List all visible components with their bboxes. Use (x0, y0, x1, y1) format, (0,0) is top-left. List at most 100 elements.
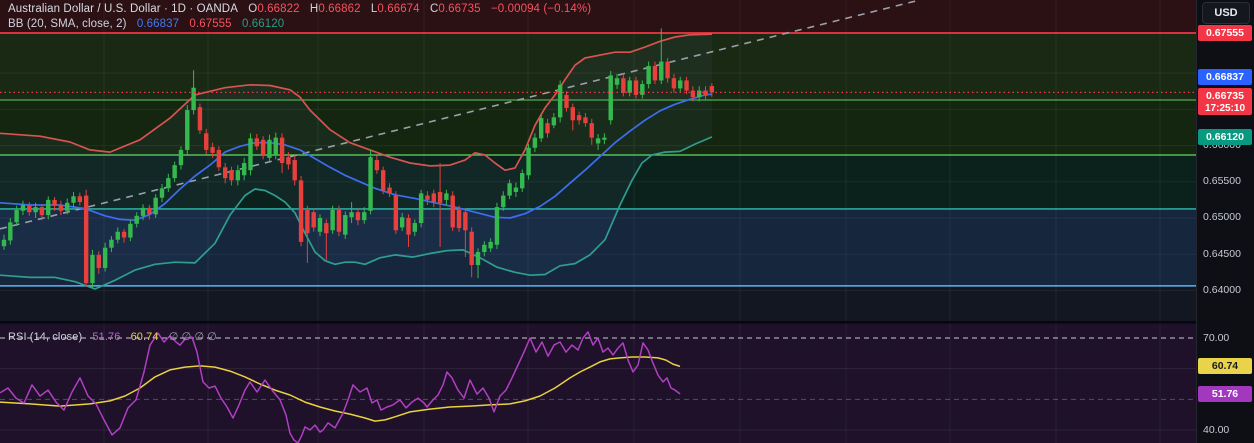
candle (33, 207, 38, 213)
rsi-label[interactable]: RSI (14, close) (8, 331, 82, 343)
symbol-legend[interactable]: Australian Dollar / U.S. Dollar · 1D · O… (8, 3, 591, 15)
price-badge: 0.66837 (1198, 68, 1252, 85)
candle (71, 196, 76, 203)
candle (646, 65, 651, 85)
rsi-badge: 51.76 (1198, 385, 1252, 402)
ohlc-change-value: −0.00094 (−0.14%) (490, 3, 592, 15)
bb-label[interactable]: BB (20, SMA, close, 2) (8, 18, 127, 30)
candle (248, 138, 253, 171)
candle (621, 78, 626, 93)
candle (172, 165, 177, 179)
candle (273, 137, 278, 156)
candle (545, 123, 550, 134)
candle (602, 137, 607, 140)
candle (336, 210, 342, 232)
rsi-badge: 60.74 (1198, 358, 1252, 375)
candle (355, 212, 361, 221)
candle (362, 212, 367, 221)
price-tick-label: 0.65000 (1203, 211, 1241, 224)
candle (513, 187, 519, 192)
candle (279, 137, 285, 163)
candle (140, 207, 146, 216)
price-tick-label: 0.64000 (1203, 283, 1241, 296)
candle (520, 173, 525, 189)
candle (216, 149, 222, 168)
candle (665, 61, 670, 79)
chart-canvas[interactable] (0, 0, 1254, 443)
candle (652, 65, 658, 81)
candle (286, 157, 291, 165)
candle (153, 197, 158, 215)
candle (501, 195, 506, 208)
candle (241, 162, 247, 176)
candle (191, 87, 196, 111)
candle (96, 254, 101, 268)
candle (570, 107, 575, 121)
price-badge: 0.67555 (1198, 25, 1252, 41)
candle (684, 80, 689, 91)
rsi-ma-value: 60.74 (130, 331, 159, 343)
candle (551, 117, 557, 126)
ohlc-high-value: 0.66862 (318, 3, 361, 15)
candle (229, 170, 234, 181)
candle (456, 210, 462, 229)
candle (475, 252, 481, 266)
candle (399, 217, 405, 228)
candle (463, 212, 468, 231)
symbol-title[interactable]: Australian Dollar / U.S. Dollar · 1D · O… (8, 3, 238, 15)
candle (406, 217, 411, 235)
candle (267, 139, 272, 158)
candle (128, 223, 133, 238)
price-tick-label: 0.64500 (1203, 247, 1241, 260)
currency-toggle-button[interactable]: USD (1202, 2, 1250, 24)
candle (349, 212, 354, 218)
candle (330, 210, 335, 231)
candle (381, 170, 386, 191)
candle (317, 217, 323, 232)
candle (147, 207, 152, 215)
candle (608, 75, 613, 121)
rsi-empty-values: ∅ ∅ ∅ ∅ (168, 331, 217, 343)
candle (526, 147, 531, 176)
candle (235, 170, 241, 181)
rsi-tick-label: 40.00 (1203, 423, 1230, 436)
candle (387, 187, 392, 194)
candle (374, 160, 380, 171)
candle (204, 133, 209, 150)
rsi-indicator-legend[interactable]: RSI (14, close) 51.76 60.74 ∅ ∅ ∅ ∅ (8, 330, 217, 343)
price-badge: 0.66120 (1198, 128, 1252, 145)
candle (627, 80, 632, 93)
price-badge: 0.66735 17:25:10 (1198, 88, 1252, 116)
pane-separator (0, 321, 1254, 324)
candle (437, 191, 443, 203)
bb-basis-value: 0.66837 (136, 18, 180, 30)
price-axis[interactable]: USD 0.66000 0.65500 0.65000 0.64500 0.64000 7… (1196, 0, 1254, 443)
bb-upper-value: 0.67555 (189, 18, 232, 30)
candle (311, 212, 316, 228)
candle (1, 239, 7, 247)
candle (640, 84, 645, 95)
candle (469, 231, 474, 266)
price-tick-label: 0.65500 (1203, 175, 1241, 188)
candle (412, 223, 417, 232)
candle (678, 80, 683, 89)
candle (324, 223, 329, 234)
candle (27, 204, 32, 213)
candle (482, 244, 487, 253)
candle (368, 157, 373, 211)
candle (223, 167, 228, 179)
candle (20, 204, 26, 211)
candle (292, 160, 297, 181)
rsi-value: 51.76 (92, 331, 121, 343)
bb-indicator-legend[interactable]: BB (20, SMA, close, 2) 0.66837 0.67555 0… (8, 18, 284, 30)
candle (425, 195, 430, 200)
candle (121, 231, 127, 238)
candle (671, 78, 677, 89)
candle (589, 123, 594, 138)
candle (697, 90, 702, 98)
candle (115, 231, 120, 240)
candle (595, 138, 601, 144)
candle (431, 193, 436, 203)
candle (576, 115, 582, 121)
candle (690, 90, 696, 98)
